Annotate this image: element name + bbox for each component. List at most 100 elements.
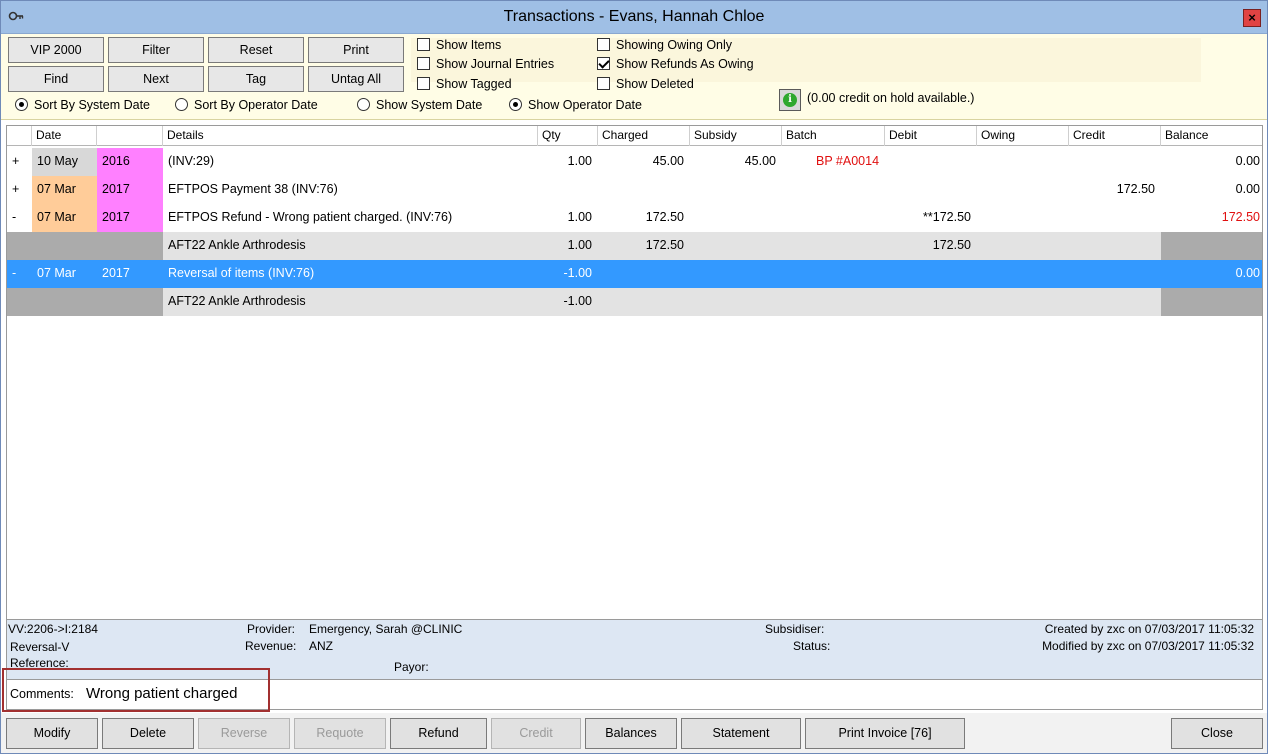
close-window-button[interactable]: × bbox=[1243, 9, 1261, 27]
radio-dot[interactable] bbox=[15, 98, 28, 111]
column-header-details[interactable]: Details bbox=[163, 126, 538, 146]
find-button[interactable]: Find bbox=[8, 66, 104, 92]
cell-balance: 0.00 bbox=[1235, 182, 1260, 196]
show-items-checkbox[interactable]: Show Items bbox=[417, 37, 501, 55]
cell-owing bbox=[977, 176, 1069, 204]
provider-value: Emergency, Sarah @CLINIC bbox=[309, 622, 463, 636]
radio-dot[interactable] bbox=[175, 98, 188, 111]
cell-qty: 1.00 bbox=[567, 238, 592, 252]
cell-charged: 45.00 bbox=[652, 154, 684, 168]
item-sub-row[interactable]: AFT22 Ankle Arthrodesis -1.00 bbox=[7, 288, 1262, 316]
vip2000-button[interactable]: VIP 2000 bbox=[8, 37, 104, 63]
credit-button[interactable]: Credit bbox=[491, 718, 581, 749]
cell-subsidy bbox=[690, 288, 782, 316]
show-journal-entries-checkbox[interactable]: Show Journal Entries bbox=[417, 56, 554, 74]
show-deleted-checkbox[interactable]: Show Deleted bbox=[597, 76, 694, 94]
print-invoice-button[interactable]: Print Invoice [76] bbox=[805, 718, 965, 749]
balances-button[interactable]: Balances bbox=[585, 718, 677, 749]
radio-dot[interactable] bbox=[509, 98, 522, 111]
column-header-charged[interactable]: Charged bbox=[598, 126, 690, 146]
cell-qty: 1.00 bbox=[567, 210, 592, 224]
tag-button[interactable]: Tag bbox=[208, 66, 304, 92]
cell-qty: 1.00 bbox=[567, 154, 592, 168]
cell-expander[interactable]: + bbox=[7, 148, 32, 176]
requote-button[interactable]: Requote bbox=[294, 718, 386, 749]
column-header-date[interactable]: Date bbox=[32, 126, 97, 146]
close-button[interactable]: Close bbox=[1171, 718, 1263, 749]
column-header-subsidy[interactable]: Subsidy bbox=[690, 126, 782, 146]
cell-subsidy bbox=[690, 204, 782, 232]
transactions-grid[interactable]: Date Details Qty Charged Subsidy Batch D… bbox=[6, 125, 1263, 620]
radio-dot[interactable] bbox=[357, 98, 370, 111]
checkbox-box[interactable] bbox=[597, 38, 610, 51]
column-header-debit[interactable]: Debit bbox=[885, 126, 977, 146]
transaction-row[interactable]: +07 Mar 2017 EFTPOS Payment 38 (INV:76) 172… bbox=[7, 176, 1262, 204]
statement-button[interactable]: Statement bbox=[681, 718, 801, 749]
checkbox-box[interactable] bbox=[597, 57, 610, 70]
column-header-qty[interactable]: Qty bbox=[538, 126, 598, 146]
transaction-row[interactable]: -07 Mar 2017 Reversal of items (INV:76) -1.… bbox=[7, 260, 1262, 288]
print-button[interactable]: Print bbox=[308, 37, 404, 63]
radio-label: Sort By Operator Date bbox=[194, 98, 318, 112]
transaction-row[interactable]: +10 May 2016 (INV:29) 1.00 45.00 45.00 BP #A00… bbox=[7, 148, 1262, 176]
sort-by-system-date-radio[interactable]: Sort By System Date bbox=[15, 97, 150, 115]
sort-by-operator-date-radio[interactable]: Sort By Operator Date bbox=[175, 97, 318, 115]
cell-expander[interactable]: - bbox=[7, 260, 32, 288]
delete-button[interactable]: Delete bbox=[102, 718, 194, 749]
cell-owing bbox=[977, 288, 1069, 316]
showing-owing-only-checkbox[interactable]: Showing Owing Only bbox=[597, 37, 732, 55]
info-button[interactable]: i bbox=[779, 89, 801, 111]
show-operator-date-radio[interactable]: Show Operator Date bbox=[509, 97, 642, 115]
cell-batch bbox=[782, 288, 885, 316]
column-header-year[interactable] bbox=[97, 126, 163, 146]
show-refunds-as-owing-checkbox[interactable]: Show Refunds As Owing bbox=[597, 56, 754, 74]
checkbox-box[interactable] bbox=[597, 77, 610, 90]
cell-expander[interactable]: - bbox=[7, 204, 32, 232]
cell-owing bbox=[977, 232, 1069, 260]
cell-debit bbox=[885, 260, 977, 288]
cell-batch bbox=[782, 232, 885, 260]
checkbox-label: Show Deleted bbox=[616, 77, 694, 91]
cell-date bbox=[32, 288, 97, 316]
checkbox-label: Show Refunds As Owing bbox=[616, 57, 754, 71]
cell-details: EFTPOS Payment 38 (INV:76) bbox=[168, 182, 338, 196]
item-sub-row[interactable]: AFT22 Ankle Arthrodesis 1.00 172.50 172.50 bbox=[7, 232, 1262, 260]
cell-details: AFT22 Ankle Arthrodesis bbox=[168, 238, 306, 252]
cell-charged: 172.50 bbox=[645, 210, 684, 224]
next-button[interactable]: Next bbox=[108, 66, 204, 92]
cell-credit bbox=[1069, 232, 1161, 260]
payor-label: Payor: bbox=[394, 660, 429, 674]
column-header-owing[interactable]: Owing bbox=[977, 126, 1069, 146]
cell-year bbox=[97, 288, 163, 316]
cell-expander[interactable]: + bbox=[7, 176, 32, 204]
cell-debit: 172.50 bbox=[932, 238, 971, 252]
column-header-credit[interactable]: Credit bbox=[1069, 126, 1161, 146]
window-title: Transactions - Evans, Hannah Chloe bbox=[503, 8, 765, 25]
transactions-window: Transactions - Evans, Hannah Chloe × VIP… bbox=[0, 0, 1268, 754]
column-header-balance[interactable]: Balance bbox=[1161, 126, 1262, 146]
show-system-date-radio[interactable]: Show System Date bbox=[357, 97, 482, 115]
cell-expander[interactable] bbox=[7, 232, 32, 260]
checkbox-box[interactable] bbox=[417, 57, 430, 70]
column-header-expander[interactable] bbox=[7, 126, 32, 146]
reset-button[interactable]: Reset bbox=[208, 37, 304, 63]
reverse-button[interactable]: Reverse bbox=[198, 718, 290, 749]
cell-credit bbox=[1069, 204, 1161, 232]
cell-details: (INV:29) bbox=[168, 154, 215, 168]
cell-expander[interactable] bbox=[7, 288, 32, 316]
show-tagged-checkbox[interactable]: Show Tagged bbox=[417, 76, 512, 94]
transaction-row[interactable]: -07 Mar 2017 EFTPOS Refund - Wrong patient… bbox=[7, 204, 1262, 232]
column-header-batch[interactable]: Batch bbox=[782, 126, 885, 146]
checkbox-box[interactable] bbox=[417, 38, 430, 51]
untag-all-button[interactable]: Untag All bbox=[308, 66, 404, 92]
filter-button[interactable]: Filter bbox=[108, 37, 204, 63]
checkbox-box[interactable] bbox=[417, 77, 430, 90]
cell-credit bbox=[1069, 260, 1161, 288]
modify-button[interactable]: Modify bbox=[6, 718, 98, 749]
checkbox-label: Show Journal Entries bbox=[436, 57, 555, 71]
title-bar[interactable]: Transactions - Evans, Hannah Chloe × bbox=[1, 1, 1267, 34]
cell-year: 2016 bbox=[97, 148, 163, 176]
cell-subsidy bbox=[690, 176, 782, 204]
revenue-label: Revenue: bbox=[245, 639, 297, 653]
refund-button[interactable]: Refund bbox=[390, 718, 487, 749]
